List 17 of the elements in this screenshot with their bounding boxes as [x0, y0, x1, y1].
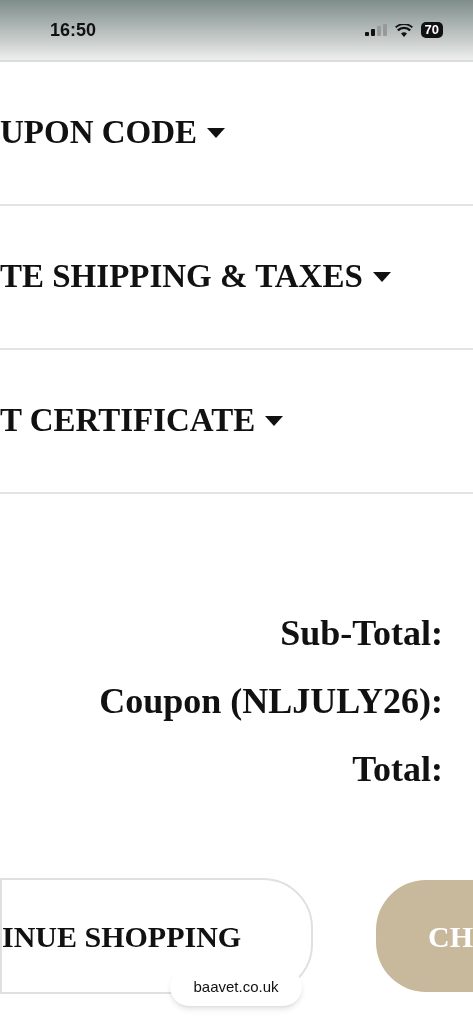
status-time: 16:50 — [50, 18, 97, 42]
url-pill[interactable]: baavet.co.uk — [170, 968, 302, 1006]
accordion-label: UPON CODE — [0, 113, 198, 153]
caret-down-icon — [372, 272, 391, 282]
total-label: Coupon (NLJULY26): — [99, 680, 443, 723]
signal-icon — [364, 24, 387, 36]
total-label: Total: — [352, 748, 443, 791]
wifi-icon — [394, 23, 413, 37]
accordion-header[interactable]: UPON CODE — [0, 62, 473, 206]
caret-down-icon — [207, 128, 226, 138]
accordion-label: TE SHIPPING & TAXES — [0, 257, 363, 297]
accordion-header[interactable]: T CERTIFICATE — [0, 350, 473, 494]
caret-down-icon — [265, 416, 284, 426]
battery-indicator: 70 — [420, 22, 443, 38]
total-label: Sub-Total: — [280, 612, 443, 655]
accordion-label: T CERTIFICATE — [0, 401, 256, 441]
accordion-header[interactable]: TE SHIPPING & TAXES — [0, 206, 473, 350]
